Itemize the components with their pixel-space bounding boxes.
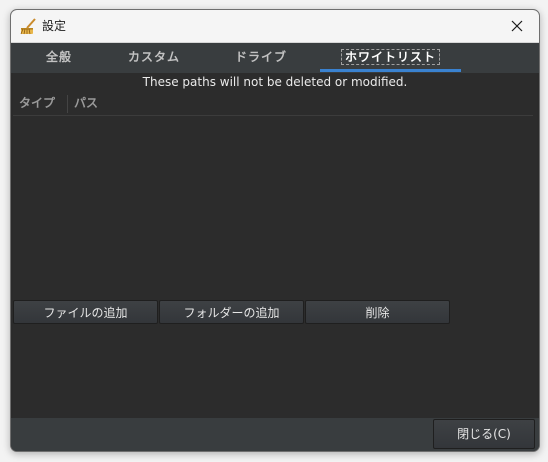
window-title: 設定 bbox=[42, 19, 67, 33]
column-header: タイプ パス bbox=[13, 93, 533, 116]
close-button[interactable]: 閉じる(C) bbox=[433, 419, 535, 449]
dialog-footer: 閉じる(C) bbox=[11, 418, 539, 451]
tab-label: 全般 bbox=[45, 50, 72, 64]
broom-icon bbox=[20, 17, 38, 35]
column-path[interactable]: パス bbox=[74, 93, 98, 115]
whitelist-panel: These paths will not be deleted or modif… bbox=[13, 73, 537, 418]
close-icon bbox=[511, 17, 523, 36]
window-close-button[interactable] bbox=[495, 10, 539, 42]
column-type[interactable]: タイプ bbox=[19, 93, 55, 115]
whitelist-notice: These paths will not be deleted or modif… bbox=[142, 75, 408, 89]
tab-general[interactable]: 全般 bbox=[25, 43, 93, 73]
add-file-button[interactable]: ファイルの追加 bbox=[13, 300, 158, 324]
tab-custom[interactable]: カスタム bbox=[109, 43, 199, 73]
delete-button[interactable]: 削除 bbox=[305, 300, 450, 324]
tab-label: ドライブ bbox=[234, 50, 287, 64]
column-divider[interactable] bbox=[67, 95, 68, 113]
settings-dialog: 設定 全般 カスタム ドライブ ホワイトリスト These paths will… bbox=[10, 9, 540, 452]
tab-label: カスタム bbox=[127, 50, 180, 64]
title-bar[interactable]: 設定 bbox=[11, 10, 539, 43]
tab-drives[interactable]: ドライブ bbox=[216, 43, 306, 73]
tab-label: ホワイトリスト bbox=[340, 49, 440, 65]
active-tab-indicator bbox=[320, 69, 461, 72]
whitelist-list[interactable] bbox=[13, 116, 533, 291]
add-folder-button[interactable]: フォルダーの追加 bbox=[159, 300, 304, 324]
